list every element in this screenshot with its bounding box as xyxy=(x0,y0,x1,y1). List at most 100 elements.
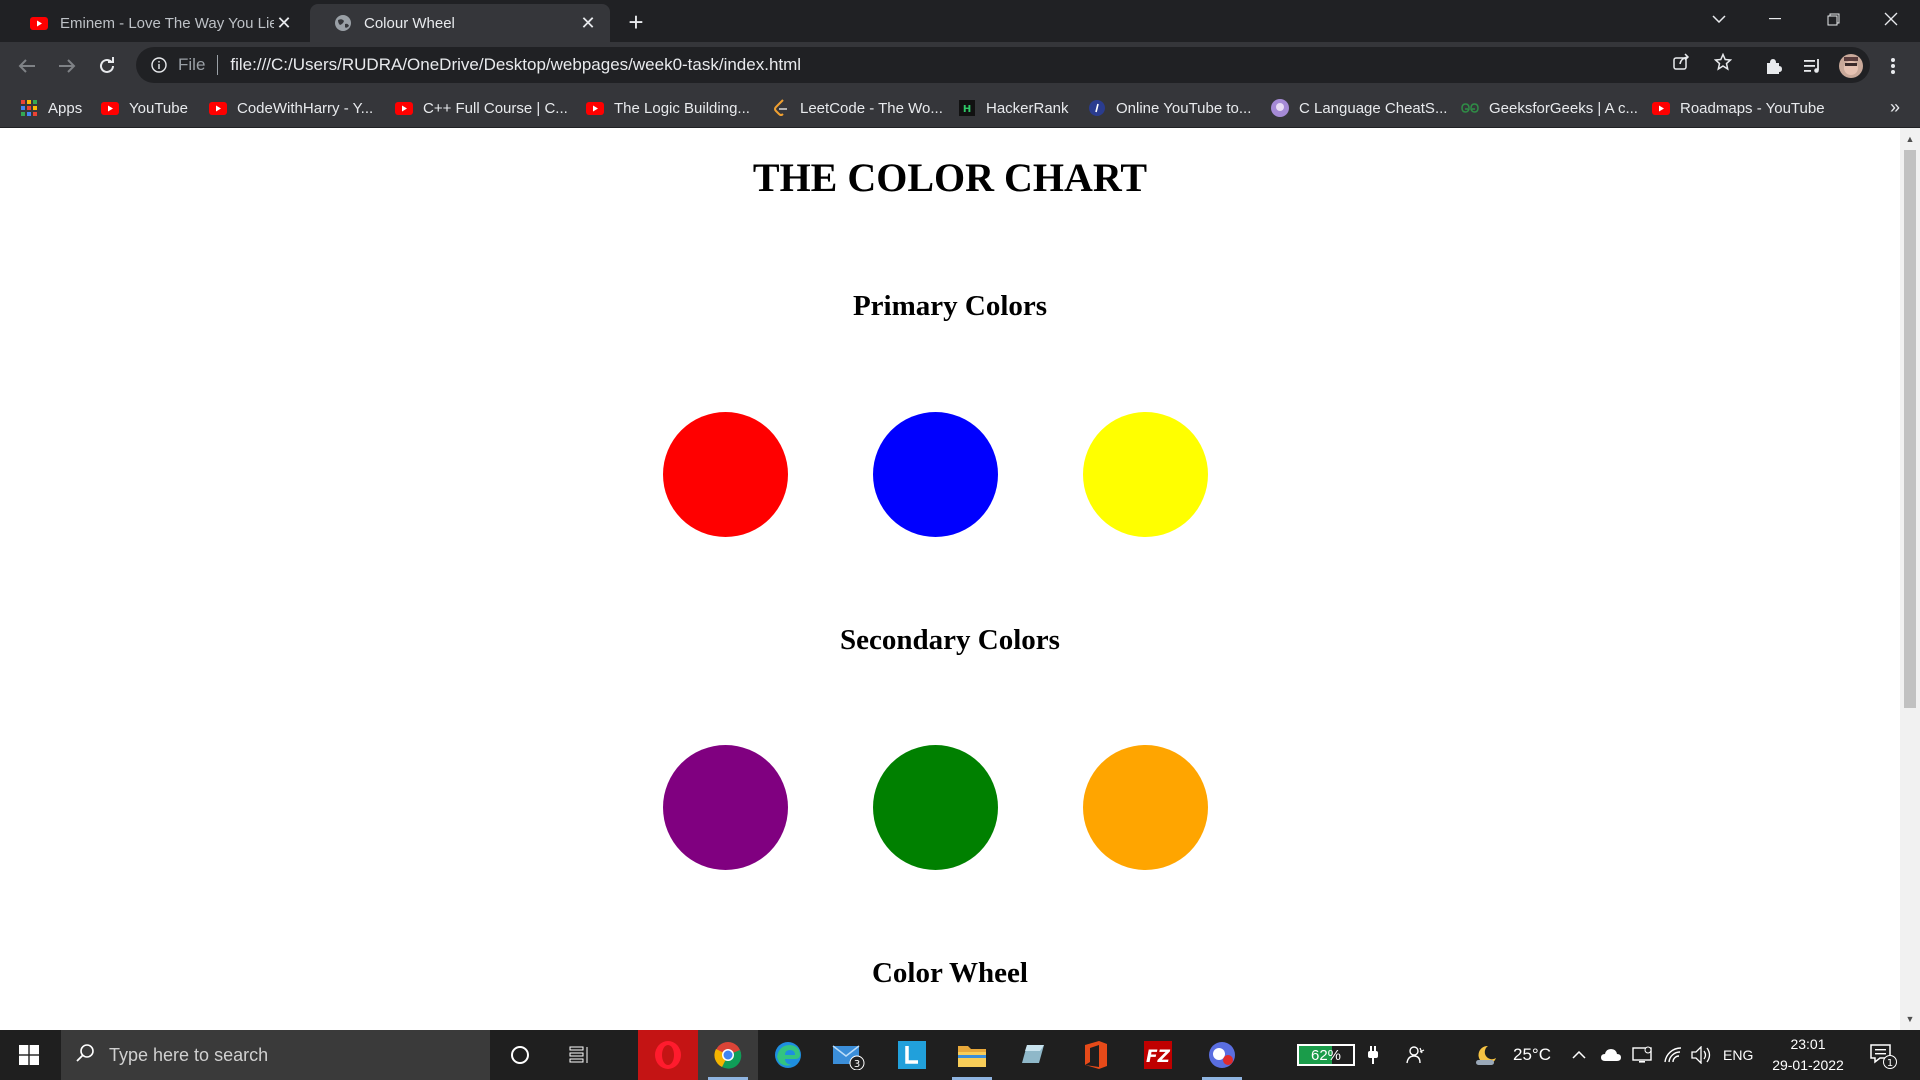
launcher-l-icon[interactable] xyxy=(882,1030,942,1080)
youtube-icon xyxy=(395,99,413,117)
svg-text:H: H xyxy=(963,104,971,115)
new-tab-button[interactable]: + xyxy=(622,7,650,37)
address-bar[interactable]: File file:///C:/Users/RUDRA/OneDrive/Des… xyxy=(136,47,1870,83)
edge-icon[interactable] xyxy=(758,1030,818,1080)
search-placeholder: Type here to search xyxy=(109,1044,269,1065)
youtube-icon xyxy=(586,99,604,117)
youtube-icon xyxy=(101,99,119,117)
bookmark-label: Apps xyxy=(48,99,83,117)
mail-badge-count: 3 xyxy=(854,1059,860,1070)
bookmark-label: The Logic Building... xyxy=(614,99,750,117)
bookmark-online-youtube[interactable]: Online YouTube to... xyxy=(1088,97,1251,119)
extensions-icon[interactable] xyxy=(1758,51,1788,81)
scroll-up-arrow-icon[interactable]: ▲ xyxy=(1905,134,1915,144)
plug-icon[interactable] xyxy=(1366,1030,1380,1080)
bookmark-apps[interactable]: Apps xyxy=(20,97,82,119)
wifi-icon[interactable] xyxy=(1663,1030,1683,1080)
bookmark-geeksforgeeks[interactable]: GeeksforGeeks | A c... xyxy=(1461,97,1638,119)
tab-search-icon[interactable] xyxy=(1696,0,1742,38)
page-title: THE COLOR CHART xyxy=(752,155,1148,200)
scroll-down-arrow-icon[interactable]: ▼ xyxy=(1905,1014,1915,1024)
search-icon xyxy=(75,1043,95,1068)
secondary-color-orange-circle xyxy=(1083,745,1208,870)
primary-color-yellow-circle xyxy=(1083,412,1208,537)
url-scheme-label: File xyxy=(178,55,206,74)
close-tab-icon[interactable]: ✕ xyxy=(274,13,294,33)
tab-eminem[interactable]: Eminem - Love The Way You Lie ( ✕ xyxy=(6,4,306,42)
info-icon[interactable] xyxy=(150,56,168,74)
taskbar-search-box[interactable]: Type here to search xyxy=(61,1030,490,1080)
profile-avatar[interactable] xyxy=(1836,51,1866,81)
glass-app-icon[interactable] xyxy=(1002,1030,1062,1080)
bookmark-label: GeeksforGeeks | A c... xyxy=(1489,99,1638,117)
chrome-taskbar-icon[interactable] xyxy=(698,1030,758,1080)
divider xyxy=(217,55,219,75)
tab-colour-wheel[interactable]: Colour Wheel ✕ xyxy=(310,4,610,42)
forward-button[interactable] xyxy=(52,51,82,81)
page-content: THE COLOR CHART Primary Colors Secondary… xyxy=(0,128,1900,1030)
svg-text:FZ: FZ xyxy=(1146,1047,1171,1067)
youtube-icon xyxy=(1652,99,1670,117)
start-button[interactable] xyxy=(0,1030,58,1080)
weather-moon-icon[interactable] xyxy=(1474,1030,1498,1080)
clock-date: 29-01-2022 xyxy=(1772,1057,1844,1073)
clock-time: 23:01 xyxy=(1790,1036,1826,1052)
people-icon[interactable] xyxy=(1406,1030,1426,1080)
media-control-icon[interactable] xyxy=(1798,51,1828,81)
office-icon[interactable] xyxy=(1066,1030,1126,1080)
bookmark-youtube[interactable]: YouTube xyxy=(101,97,188,119)
battery-indicator[interactable]: 62% xyxy=(1297,1044,1355,1066)
youtube-icon xyxy=(209,99,227,117)
onedrive-cloud-icon[interactable] xyxy=(1600,1030,1622,1080)
task-view-icon[interactable] xyxy=(550,1030,610,1080)
screen-recorder-icon[interactable] xyxy=(1192,1030,1252,1080)
battery-percent: 62% xyxy=(1310,1046,1342,1064)
bookmark-label: C++ Full Course | C... xyxy=(423,99,568,117)
bookmark-label: YouTube xyxy=(129,99,188,117)
secondary-color-purple-circle xyxy=(663,745,788,870)
menu-dots-icon[interactable] xyxy=(1878,51,1908,81)
clock[interactable]: 23:01 29-01-2022 xyxy=(1760,1034,1856,1076)
bookmark-c-cheatsheet[interactable]: C Language CheatS... xyxy=(1271,97,1447,119)
bookmark-leetcode[interactable]: LeetCode - The Wo... xyxy=(772,97,943,119)
minimize-button[interactable] xyxy=(1752,0,1798,38)
tab-title: Eminem - Love The Way You Lie ( xyxy=(60,14,274,32)
bookmark-codewithharry[interactable]: CodeWithHarry - Y... xyxy=(209,97,373,119)
hackerrank-icon: H xyxy=(958,99,976,117)
volume-icon[interactable] xyxy=(1690,1030,1712,1080)
restore-button[interactable] xyxy=(1810,0,1856,38)
share-icon[interactable] xyxy=(1666,47,1696,77)
display-icon[interactable] xyxy=(1632,1030,1652,1080)
cheatsheet-icon xyxy=(1271,99,1289,117)
page-scrollbar[interactable]: ▲ ▼ xyxy=(1900,128,1920,1030)
bookmark-logic-building[interactable]: The Logic Building... xyxy=(586,97,750,119)
reload-button[interactable] xyxy=(92,51,122,81)
bookmark-label: C Language CheatS... xyxy=(1299,99,1448,117)
filezilla-icon[interactable]: FZ xyxy=(1128,1030,1188,1080)
weather-temperature: 25°C xyxy=(1513,1045,1551,1064)
windows-taskbar: Type here to search 3 FZ 62% 25°C ENG 23… xyxy=(0,1030,1920,1080)
opera-icon[interactable] xyxy=(638,1030,698,1080)
cortana-icon[interactable] xyxy=(490,1030,550,1080)
show-hidden-icons-chevron-icon[interactable] xyxy=(1572,1030,1586,1080)
mail-icon[interactable]: 3 xyxy=(818,1030,878,1080)
primary-color-red-circle xyxy=(663,412,788,537)
bookmark-hackerrank[interactable]: H HackerRank xyxy=(958,97,1069,119)
close-window-button[interactable] xyxy=(1868,0,1914,38)
notification-count: 1 xyxy=(1887,1058,1893,1069)
file-explorer-icon[interactable] xyxy=(942,1030,1002,1080)
secondary-color-green-circle xyxy=(873,745,998,870)
bookmark-label: LeetCode - The Wo... xyxy=(800,99,943,117)
browser-toolbar: File file:///C:/Users/RUDRA/OneDrive/Des… xyxy=(0,42,1920,89)
more-bookmarks-button[interactable]: » xyxy=(1890,97,1900,118)
notification-center-icon[interactable]: 1 xyxy=(1868,1030,1898,1080)
star-icon[interactable] xyxy=(1708,47,1738,77)
color-wheel-heading: Color Wheel xyxy=(871,957,1028,989)
scrollbar-thumb[interactable] xyxy=(1904,150,1916,708)
close-tab-icon[interactable]: ✕ xyxy=(578,13,598,33)
language-indicator[interactable]: ENG xyxy=(1723,1030,1753,1080)
back-button[interactable] xyxy=(12,51,42,81)
bookmark-cpp-course[interactable]: C++ Full Course | C... xyxy=(395,97,568,119)
bookmark-roadmaps[interactable]: Roadmaps - YouTube xyxy=(1652,97,1825,119)
url-text[interactable]: file:///C:/Users/RUDRA/OneDrive/Desktop/… xyxy=(230,55,801,75)
